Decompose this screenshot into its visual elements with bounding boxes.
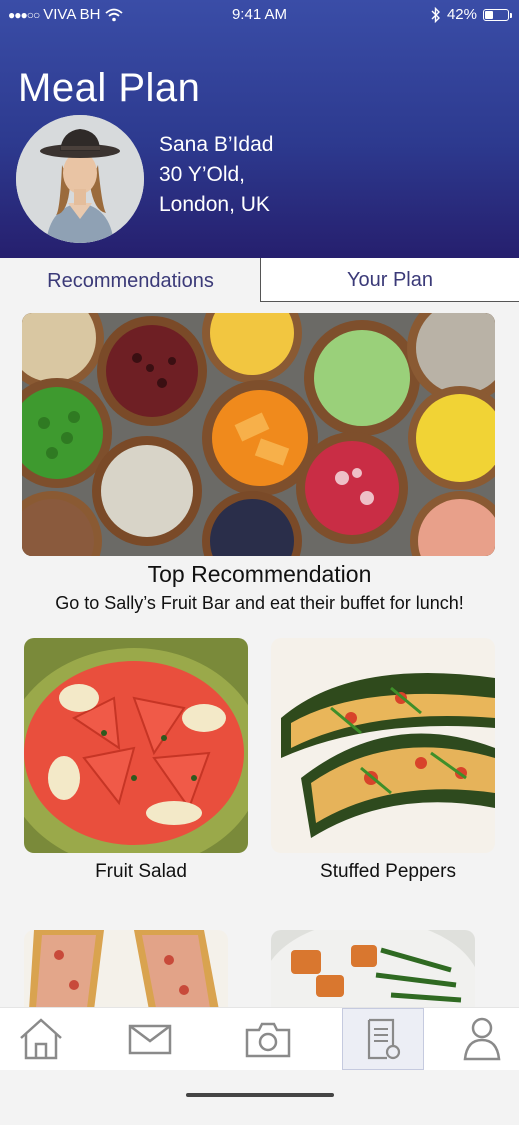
status-bar: ●●●○○ VIVA BH 9:41 AM 42% xyxy=(0,6,519,26)
battery-percent: 42% xyxy=(446,6,477,23)
tab-your-plan[interactable]: Your Plan xyxy=(260,258,519,302)
fruit-salad-label: Fruit Salad xyxy=(95,861,187,882)
home-indicator[interactable] xyxy=(186,1093,334,1097)
bottom-nav xyxy=(0,1007,519,1070)
meal-plan-icon xyxy=(367,1018,401,1060)
top-recommendation-title: Top Recommendation xyxy=(147,561,372,587)
nav-camera[interactable] xyxy=(227,1008,309,1070)
recipe-card-3[interactable] xyxy=(24,930,228,1010)
avatar[interactable] xyxy=(16,115,144,243)
stuffed-peppers-label: Stuffed Peppers xyxy=(320,861,456,882)
stuffed-peppers-image xyxy=(271,638,495,853)
nav-home[interactable] xyxy=(0,1008,82,1070)
header: ●●●○○ VIVA BH 9:41 AM 42% Meal Plan Sana… xyxy=(0,0,519,258)
home-icon xyxy=(20,1018,62,1060)
nav-meal-plan[interactable] xyxy=(342,1008,424,1070)
mail-icon xyxy=(128,1024,172,1055)
profile-location: London, UK xyxy=(159,193,270,216)
bluetooth-icon xyxy=(431,6,440,23)
tab-recommendations[interactable]: Recommendations xyxy=(0,258,261,304)
recipe-card-4-image xyxy=(271,930,475,1010)
recipe-card-3-image xyxy=(24,930,228,1010)
profile-name: Sana B’Idad xyxy=(159,133,274,156)
nav-messages[interactable] xyxy=(109,1008,191,1070)
avatar-photo xyxy=(16,115,144,243)
fruit-salad-card[interactable] xyxy=(24,638,248,853)
top-recommendation-image[interactable] xyxy=(22,313,495,556)
recipe-card-4[interactable] xyxy=(271,930,475,1010)
profile-age: 30 Y’Old, xyxy=(159,163,245,186)
battery-icon xyxy=(483,8,512,21)
camera-icon xyxy=(245,1022,291,1058)
page-title: Meal Plan xyxy=(18,66,201,110)
profile-icon xyxy=(463,1017,501,1061)
tab-bar: Recommendations Your Plan xyxy=(0,258,519,304)
nav-profile[interactable] xyxy=(441,1008,519,1070)
profile-info: Sana B’Idad 30 Y’Old, London, UK xyxy=(159,130,273,220)
fruit-salad-image xyxy=(24,638,248,853)
stuffed-peppers-card[interactable] xyxy=(271,638,495,853)
top-recommendation-description: Go to Sally’s Fruit Bar and eat their bu… xyxy=(55,593,464,613)
